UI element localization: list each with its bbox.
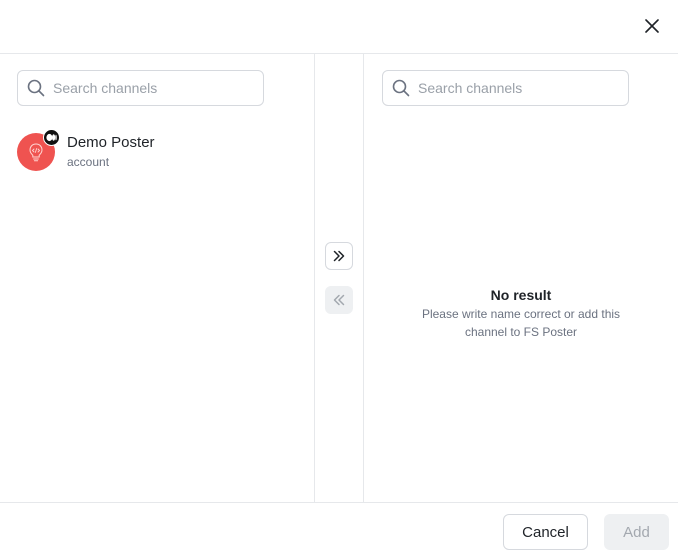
cancel-button[interactable]: Cancel: [503, 514, 588, 550]
left-search-input[interactable]: [53, 80, 253, 96]
available-channels-panel: Demo Poster account: [0, 54, 315, 502]
platform-logo-icon: [43, 129, 60, 146]
add-button[interactable]: Add: [604, 514, 669, 550]
channel-item[interactable]: Demo Poster account: [17, 129, 297, 172]
lightbulb-code-icon: [29, 143, 43, 162]
selected-channels-panel: No result Please write name correct or a…: [364, 54, 678, 502]
search-icon: [391, 78, 411, 98]
close-button[interactable]: [640, 14, 664, 38]
modal-footer: Cancel Add: [0, 502, 678, 559]
close-icon: [645, 19, 659, 33]
left-search-box[interactable]: [17, 70, 264, 106]
channel-name: Demo Poster: [67, 134, 155, 151]
move-right-button[interactable]: [325, 242, 353, 270]
select-channels-modal: Demo Poster account: [0, 0, 678, 559]
search-icon: [26, 78, 46, 98]
modal-header: [0, 0, 678, 54]
empty-state-title: No result: [490, 287, 552, 303]
move-left-button[interactable]: [325, 286, 353, 314]
channel-type: account: [67, 155, 110, 169]
avatar: [17, 129, 60, 171]
transfer-controls: [315, 54, 364, 502]
double-chevron-left-icon: [333, 294, 345, 306]
empty-state: No result Please write name correct or a…: [364, 286, 678, 341]
empty-state-description: Please write name correct or add this ch…: [421, 307, 621, 339]
double-chevron-right-icon: [333, 250, 345, 262]
right-search-box[interactable]: [382, 70, 629, 106]
right-search-input[interactable]: [418, 80, 618, 96]
